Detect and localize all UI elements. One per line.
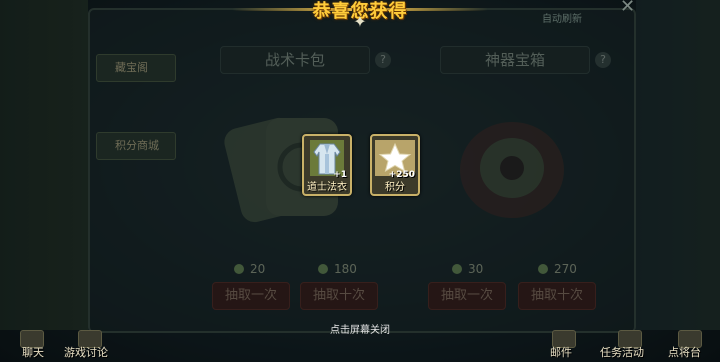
reward-item[interactable]: +250 积分 <box>370 134 420 196</box>
dim-overlay[interactable] <box>0 0 720 362</box>
reward-name: 道士法衣 <box>307 182 347 193</box>
reward-name: 积分 <box>385 182 405 193</box>
bottom-nav: 聊天 游戏讨论 邮件 任务活动 点将台 <box>0 330 720 362</box>
close-icon[interactable]: ✕ <box>620 0 635 17</box>
nav-generals[interactable]: 点将台 <box>668 344 701 360</box>
auto-refresh-label: 自动刷新 <box>542 14 582 25</box>
nav-mail[interactable]: 邮件 <box>550 344 572 360</box>
reward-item[interactable]: +1 道士法衣 <box>302 134 352 196</box>
sparkle-icon: ✦ <box>353 12 367 31</box>
nav-tasks[interactable]: 任务活动 <box>600 344 644 360</box>
nav-chat[interactable]: 聊天 <box>22 344 44 360</box>
nav-game-discussion[interactable]: 游戏讨论 <box>64 344 108 360</box>
